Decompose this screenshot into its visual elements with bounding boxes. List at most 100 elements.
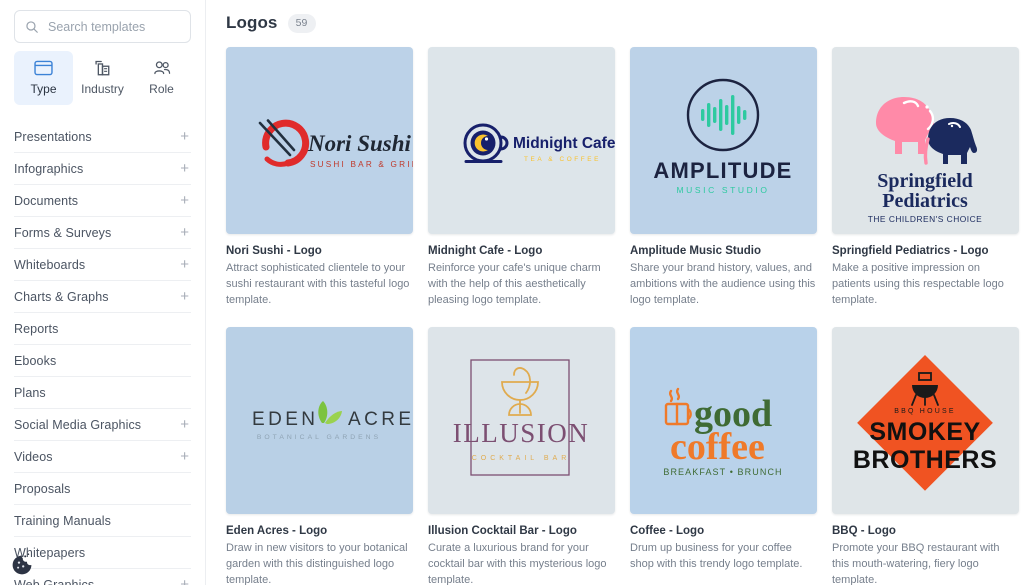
template-card[interactable]: EDEN ACRES BOTANICAL GARDENS Eden Acres … — [226, 326, 413, 585]
main-content: Logos 59 Nori Sushi SUSHI BAR & GRILL — [206, 0, 1024, 585]
sidebar-item-reports[interactable]: Reports — [14, 313, 191, 345]
smokey-brothers-logo-thumbnail[interactable]: BBQ HOUSE SMOKEY BROTHERS — [832, 326, 1019, 514]
svg-text:Midnight Cafe: Midnight Cafe — [513, 135, 615, 152]
card-title: Illusion Cocktail Bar - Logo — [428, 524, 577, 537]
card-description: Promote your BBQ restaurant with this mo… — [832, 541, 1000, 585]
expand-plus-icon[interactable]: + — [180, 417, 191, 432]
svg-text:AMPLITUDE: AMPLITUDE — [653, 158, 792, 183]
svg-text:BOTANICAL GARDENS: BOTANICAL GARDENS — [257, 434, 381, 441]
cookie-icon[interactable] — [8, 551, 36, 579]
search-input[interactable] — [48, 19, 180, 34]
svg-text:EDEN: EDEN — [252, 409, 318, 430]
template-card[interactable]: BBQ HOUSE SMOKEY BROTHERS BBQ - Logo Pro… — [832, 326, 1019, 585]
sidebar-item-label: Reports — [14, 321, 59, 336]
svg-text:Nori Sushi: Nori Sushi — [307, 131, 412, 156]
card-title: Springfield Pediatrics - Logo — [832, 245, 989, 257]
sidebar-item-label: Infographics — [14, 161, 84, 176]
sidebar-item-infographics[interactable]: Infographics + — [14, 153, 191, 185]
tab-industry[interactable]: Industry — [73, 51, 132, 105]
expand-plus-icon[interactable]: + — [180, 289, 191, 304]
card-title: BBQ - Logo — [832, 524, 896, 537]
sidebar-item-label: Plans — [14, 385, 46, 400]
expand-plus-icon[interactable]: + — [180, 257, 191, 272]
sidebar-item-charts-graphs[interactable]: Charts & Graphs + — [14, 281, 191, 313]
card-title: Eden Acres - Logo — [226, 524, 328, 537]
sidebar-item-label: Training Manuals — [14, 513, 112, 528]
sidebar-item-social-media-graphics[interactable]: Social Media Graphics + — [14, 409, 191, 441]
template-card[interactable]: good coffee BREAKFAST • BRUNCH Coffee - … — [630, 326, 817, 585]
search-icon — [25, 20, 39, 34]
svg-text:coffee: coffee — [670, 426, 765, 468]
card-description: Share your brand history, values, and am… — [630, 262, 816, 306]
sidebar-item-forms-surveys[interactable]: Forms & Surveys + — [14, 217, 191, 249]
template-card[interactable]: ILLUSION COCKTAIL BAR Illusion Cocktail … — [428, 326, 615, 585]
sidebar-item-plans[interactable]: Plans — [14, 377, 191, 409]
category-list: Presentations + Infographics + Documents… — [14, 121, 191, 585]
expand-plus-icon[interactable]: + — [180, 193, 191, 208]
section-header: Logos 59 — [226, 8, 1024, 38]
midnight-cafe-logo-thumbnail[interactable]: Midnight Cafe TEA & COFFEE — [428, 47, 615, 234]
expand-plus-icon[interactable]: + — [180, 577, 191, 585]
sidebar-item-ebooks[interactable]: Ebooks — [14, 345, 191, 377]
svg-text:Pediatrics: Pediatrics — [882, 190, 968, 212]
sidebar-item-whitepapers[interactable]: Whitepapers — [14, 537, 191, 569]
svg-text:BROTHERS: BROTHERS — [853, 446, 997, 474]
template-card[interactable]: Midnight Cafe TEA & COFFEE Midnight Cafe… — [428, 47, 615, 309]
card-description: Reinforce your cafe's unique charm with … — [428, 262, 601, 306]
card-description: Attract sophisticated clientele to your … — [226, 262, 410, 306]
tab-role[interactable]: Role — [132, 51, 191, 105]
sidebar-item-label: Proposals — [14, 481, 71, 496]
sidebar-item-label: Ebooks — [14, 353, 57, 368]
sidebar-item-videos[interactable]: Videos + — [14, 441, 191, 473]
illusion-cocktail-bar-logo-thumbnail[interactable]: ILLUSION COCKTAIL BAR — [428, 326, 615, 514]
nori-sushi-logo-thumbnail[interactable]: Nori Sushi SUSHI BAR & GRILL — [226, 47, 413, 234]
svg-text:Springfield: Springfield — [877, 170, 973, 192]
template-browser: Type Industry — [0, 0, 1024, 585]
svg-text:MUSIC STUDIO: MUSIC STUDIO — [676, 185, 769, 195]
sidebar: Type Industry — [0, 0, 206, 585]
sidebar-item-training-manuals[interactable]: Training Manuals — [14, 505, 191, 537]
template-card[interactable]: Nori Sushi SUSHI BAR & GRILL Nori Sushi … — [226, 47, 413, 309]
sidebar-item-label: Whiteboards — [14, 257, 86, 272]
card-title: Amplitude Music Studio — [630, 245, 761, 257]
svg-text:ACRES: ACRES — [348, 409, 413, 430]
sidebar-item-presentations[interactable]: Presentations + — [14, 121, 191, 153]
sidebar-item-web-graphics[interactable]: Web Graphics + — [14, 569, 191, 585]
result-count-badge: 59 — [287, 13, 316, 33]
svg-text:TEA & COFFEE: TEA & COFFEE — [524, 156, 601, 163]
card-title: Coffee - Logo — [630, 524, 705, 537]
card-title: Nori Sushi - Logo — [226, 245, 322, 257]
filter-tabs: Type Industry Role — [14, 51, 191, 105]
sidebar-item-documents[interactable]: Documents + — [14, 185, 191, 217]
card-description: Curate a luxurious brand for your cockta… — [428, 541, 607, 585]
eden-acres-logo-thumbnail[interactable]: EDEN ACRES BOTANICAL GARDENS — [226, 326, 413, 514]
page-title: Logos — [226, 13, 278, 32]
sidebar-item-label: Presentations — [14, 129, 92, 144]
template-card[interactable]: Springfield Pediatrics THE CHILDREN'S CH… — [832, 47, 1019, 309]
svg-text:SUSHI BAR & GRILL: SUSHI BAR & GRILL — [310, 160, 413, 169]
buildings-icon — [73, 58, 132, 78]
tab-industry-label: Industry — [81, 82, 124, 96]
tab-type[interactable]: Type — [14, 51, 73, 105]
sidebar-item-proposals[interactable]: Proposals — [14, 473, 191, 505]
sidebar-item-label: Videos — [14, 449, 53, 464]
expand-plus-icon[interactable]: + — [180, 225, 191, 240]
svg-text:BBQ HOUSE: BBQ HOUSE — [894, 408, 955, 415]
template-card[interactable]: AMPLITUDE MUSIC STUDIO Amplitude Music S… — [630, 47, 817, 309]
amplitude-music-studio-logo-thumbnail[interactable]: AMPLITUDE MUSIC STUDIO — [630, 47, 817, 234]
svg-text:THE CHILDREN'S CHOICE: THE CHILDREN'S CHOICE — [868, 214, 982, 224]
expand-plus-icon[interactable]: + — [180, 161, 191, 176]
template-grid: Nori Sushi SUSHI BAR & GRILL Nori Sushi … — [226, 47, 1024, 585]
search-box[interactable] — [14, 10, 191, 43]
springfield-pediatrics-logo-thumbnail[interactable]: Springfield Pediatrics THE CHILDREN'S CH… — [832, 47, 1019, 234]
card-description: Draw in new visitors to your botanical g… — [226, 541, 408, 585]
good-coffee-logo-thumbnail[interactable]: good coffee BREAKFAST • BRUNCH — [630, 326, 817, 514]
expand-plus-icon[interactable]: + — [180, 129, 191, 144]
expand-plus-icon[interactable]: + — [180, 449, 191, 464]
svg-text:ILLUSION: ILLUSION — [453, 418, 589, 448]
people-icon — [132, 58, 191, 78]
card-title: Midnight Cafe - Logo — [428, 245, 543, 257]
sidebar-item-label: Documents — [14, 193, 79, 208]
sidebar-item-whiteboards[interactable]: Whiteboards + — [14, 249, 191, 281]
sidebar-item-label: Social Media Graphics — [14, 417, 142, 432]
